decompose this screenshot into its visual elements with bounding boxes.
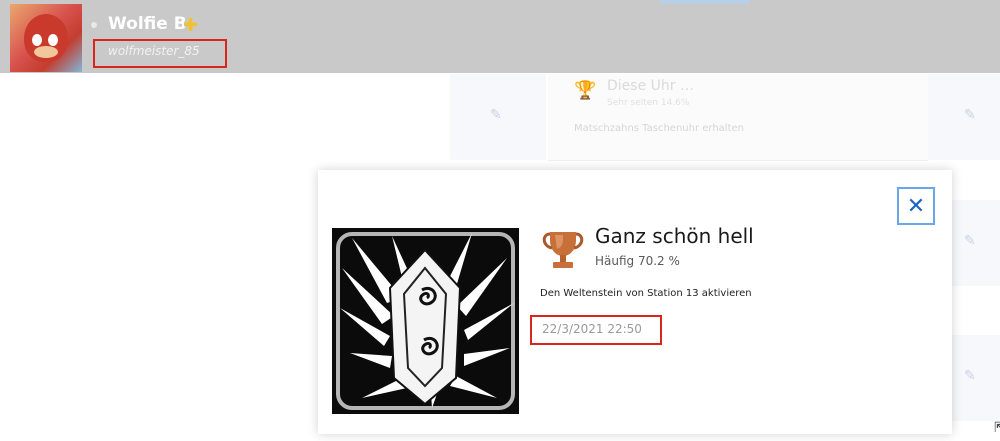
bg-trophy-rarity: Sehr selten 14.6% [607,98,690,108]
trophy-detail-dialog: ✕ Ganz schön hell Häufig 70.2 % Den Welt… [318,170,952,434]
display-name: Wolfie B [108,14,187,34]
placeholder-icon: ✎ [964,233,976,249]
online-status-dot [91,22,97,28]
avatar-character [24,14,68,62]
bg-trophy-description: Matschzahns Taschenuhr erhalten [574,123,744,134]
username-highlight-box [93,39,227,68]
bg-trophy-row [548,74,928,160]
trophy-name: Ganz schön hell [595,224,754,248]
bronze-trophy-icon [540,226,586,272]
header-accent-strip [660,0,750,4]
placeholder-icon: ✎ [490,107,502,123]
bg-trophy-tile: ✎ [450,74,546,160]
placeholder-icon: ✎ [964,107,976,123]
close-icon: ✕ [906,193,926,219]
close-button[interactable]: ✕ [897,187,935,225]
avatar[interactable] [10,4,82,72]
divider [548,160,928,161]
plus-icon: ✚ [183,15,199,36]
bg-trophy-tile: ✎ [928,74,1000,160]
spiral-crystal-icon [332,228,519,414]
bg-trophy-icon: 🏆 [574,80,597,101]
date-highlight-box [530,315,662,345]
bg-trophy-title: Diese Uhr … [607,78,694,94]
trophy-rarity: Häufig 70.2 % [595,254,680,268]
placeholder-icon: ✎ [964,368,976,384]
trophy-description: Den Weltenstein von Station 13 aktiviere… [540,288,752,299]
mouse-cursor-icon: ⇱ [994,420,1000,436]
profile-header: Wolfie B ✚ wolfmeister_85 [0,0,1000,73]
